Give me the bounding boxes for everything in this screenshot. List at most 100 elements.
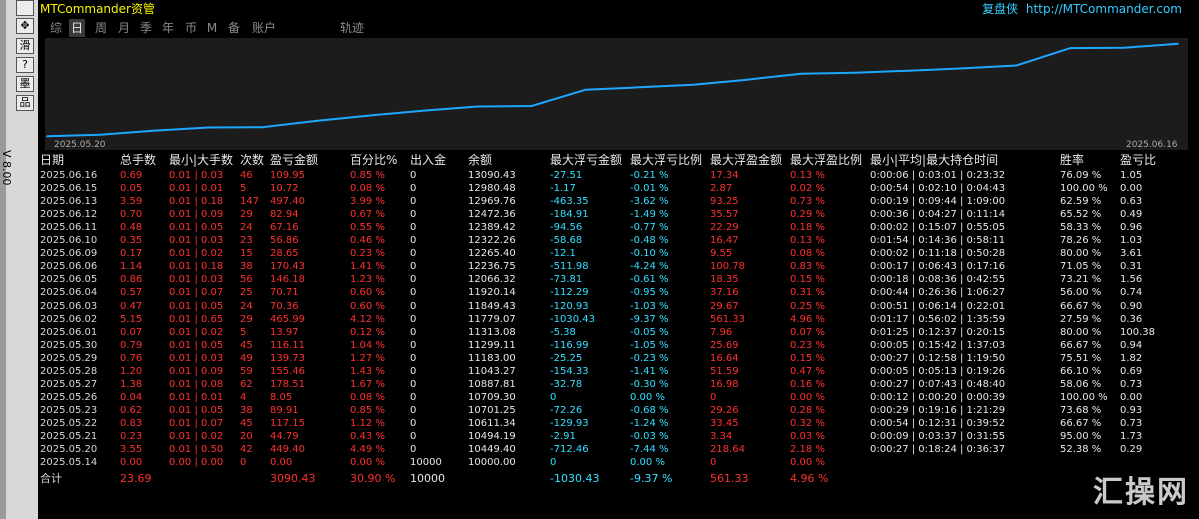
column-header[interactable]: 百分比% xyxy=(350,152,397,168)
table-cell: 3.61 xyxy=(1120,248,1143,260)
move-icon[interactable]: ✥ xyxy=(16,18,34,34)
table-cell: 66.67 % xyxy=(1060,339,1102,351)
tab-trajectory[interactable]: 轨迹 xyxy=(338,19,366,37)
table-cell: -32.78 xyxy=(550,378,583,390)
brand-url[interactable]: http://MTCommander.com xyxy=(1026,2,1182,16)
table-cell: 27.59 % xyxy=(1060,313,1102,325)
help-icon[interactable]: ? xyxy=(16,57,34,73)
table-row[interactable]: 2025.06.05 0.86 0.01 | 0.03 56 146.18 1.23 % 0… xyxy=(38,273,1188,286)
table-cell: 28.65 xyxy=(270,248,299,260)
table-row[interactable]: 2025.06.13 3.59 0.01 | 0.18 147 497.40 3.99 %… xyxy=(38,195,1188,208)
column-header[interactable]: 余额 xyxy=(468,152,492,168)
table-row[interactable]: 2025.06.12 0.70 0.01 | 0.09 29 82.94 0.67 % 0 1… xyxy=(38,208,1188,221)
table-cell: 0.01 | 0.05 xyxy=(169,404,224,416)
column-header[interactable]: 最小|大手数 xyxy=(169,152,233,168)
table-cell: 56.00 % xyxy=(1060,287,1102,299)
column-header[interactable]: 最大浮亏金额 xyxy=(550,152,622,168)
table-row[interactable]: 2025.05.23 0.62 0.01 | 0.05 38 89.91 0.85 % 0 1… xyxy=(38,404,1188,417)
table-row[interactable]: 2025.05.28 1.20 0.01 | 0.09 59 155.46 1.43 % 0… xyxy=(38,365,1188,378)
table-cell: -0.95 % xyxy=(630,287,669,299)
table-row[interactable]: 2025.06.10 0.35 0.01 | 0.03 23 56.86 0.46 % 0 1… xyxy=(38,234,1188,247)
table-row[interactable]: 2025.05.27 1.38 0.01 | 0.08 62 178.51 1.67 % 0… xyxy=(38,378,1188,391)
column-header[interactable]: 最小|平均|最大持仓时间 xyxy=(870,152,998,168)
column-header[interactable]: 胜率 xyxy=(1060,152,1084,168)
tab-week[interactable]: 周 xyxy=(93,19,109,37)
table-cell: 0 xyxy=(410,326,417,338)
table-row[interactable]: 2025.05.29 0.76 0.01 | 0.03 49 139.73 1.27 % 0… xyxy=(38,352,1188,365)
table-cell: 0:01:25 | 0:12:37 | 0:20:15 xyxy=(870,326,1006,338)
table-cell: 218.64 xyxy=(710,444,745,456)
table-cell: 0:00:02 | 0:15:07 | 0:55:05 xyxy=(870,222,1006,234)
table-cell: 2025.06.11 xyxy=(40,222,98,234)
toolbar-button-1[interactable] xyxy=(16,0,34,16)
table-cell: -1.03 % xyxy=(630,300,669,312)
tab-overview[interactable]: 综 xyxy=(48,19,64,37)
table-cell: 0 xyxy=(410,196,417,208)
table-row[interactable]: 2025.05.30 0.79 0.01 | 0.05 45 116.11 1.04 % 0… xyxy=(38,339,1188,352)
column-header[interactable]: 出入金 xyxy=(410,152,446,168)
table-cell: 0.05 xyxy=(120,183,143,195)
table-cell: -7.44 % xyxy=(630,444,669,456)
tab-month[interactable]: 月 xyxy=(116,19,132,37)
table-row[interactable]: 2025.06.04 0.57 0.01 | 0.07 25 70.71 0.60 % 0 1… xyxy=(38,286,1188,299)
tab-day[interactable]: 日 xyxy=(69,19,85,37)
table-cell: 0 xyxy=(550,391,557,403)
table-cell: 0:00:54 | 0:02:10 | 0:04:43 xyxy=(870,183,1006,195)
balance-point xyxy=(961,67,964,70)
table-cell: -184.91 xyxy=(550,209,589,221)
toolbar-button-3[interactable]: 滑 xyxy=(16,38,34,54)
table-row[interactable]: 2025.06.02 5.15 0.01 | 0.65 29 465.99 4.12 % 0… xyxy=(38,313,1188,326)
tab-m[interactable]: M xyxy=(206,19,218,37)
table-cell: 0.01 | 0.07 xyxy=(169,287,224,299)
tab-quarter[interactable]: 季 xyxy=(138,19,154,37)
table-cell: 42 xyxy=(240,444,253,456)
brand-name[interactable]: 复盘侠 xyxy=(982,2,1018,16)
table-row[interactable]: 2025.06.11 0.48 0.01 | 0.05 24 67.16 0.55 % 0 1… xyxy=(38,221,1188,234)
column-header[interactable]: 最大浮盈金额 xyxy=(710,152,782,168)
table-row[interactable]: 2025.06.09 0.17 0.01 | 0.02 15 28.65 0.23 % 0 1… xyxy=(38,247,1188,260)
table-cell: 0 xyxy=(410,170,417,181)
table-cell: 45 xyxy=(240,339,253,351)
table-cell: 2025.06.09 xyxy=(40,248,98,260)
table-row[interactable]: 2025.06.01 0.07 0.01 | 0.02 5 13.97 0.12 % 0 11… xyxy=(38,326,1188,339)
table-cell: 0 xyxy=(710,391,717,403)
table-cell: 75.51 % xyxy=(1060,352,1102,364)
table-cell: 2025.05.22 xyxy=(40,417,98,429)
tab-currency[interactable]: 币 xyxy=(183,19,199,37)
table-cell: 3.59 xyxy=(120,196,143,208)
table-cell: 2025.06.06 xyxy=(40,261,98,273)
table-row[interactable]: 2025.05.21 0.23 0.01 | 0.02 20 44.79 0.43 % 0 1… xyxy=(38,430,1188,443)
table-row[interactable]: 2025.06.15 0.05 0.01 | 0.01 5 10.72 0.08 % 0 12… xyxy=(38,182,1188,195)
table-row[interactable]: 2025.06.06 1.14 0.01 | 0.18 38 170.43 1.41 % 0… xyxy=(38,260,1188,273)
tab-account[interactable]: 账户 xyxy=(250,19,278,37)
table-cell: 2025.05.14 xyxy=(40,457,98,469)
table-row[interactable]: 2025.06.03 0.47 0.01 | 0.05 24 70.36 0.60 % 0 1… xyxy=(38,300,1188,313)
column-header[interactable]: 次数 xyxy=(240,152,264,168)
table-cell: -4.24 % xyxy=(630,261,669,273)
column-header[interactable]: 最大浮亏比例 xyxy=(630,152,702,168)
table-cell: 8.05 xyxy=(270,391,293,403)
tab-backup[interactable]: 备 xyxy=(226,19,242,37)
table-row[interactable]: 2025.06.16 0.69 0.01 | 0.03 46 109.95 0.85 % 0… xyxy=(38,169,1188,182)
tab-year[interactable]: 年 xyxy=(160,19,176,37)
column-header[interactable]: 最大浮盈比例 xyxy=(790,152,862,168)
table-cell: -0.21 % xyxy=(630,170,669,181)
table-cell: 65.52 % xyxy=(1060,209,1102,221)
table-cell: 0:00:27 | 0:07:43 | 0:48:40 xyxy=(870,378,1006,390)
toolbar-button-5[interactable]: 墨 xyxy=(16,76,34,92)
table-cell: 0:00:17 | 0:06:43 | 0:17:16 xyxy=(870,261,1006,273)
column-header[interactable]: 盈亏金额 xyxy=(270,152,318,168)
table-cell: 0:00:09 | 0:03:37 | 0:31:55 xyxy=(870,431,1006,442)
column-header[interactable]: 总手数 xyxy=(120,152,156,168)
table-cell: 0:00:06 | 0:03:01 | 0:23:32 xyxy=(870,170,1006,181)
toolbar-button-6[interactable]: 品 xyxy=(16,95,34,111)
table-row[interactable]: 2025.05.22 0.83 0.01 | 0.07 45 117.15 1.12 % 0… xyxy=(38,417,1188,430)
column-header[interactable]: 盈亏比 xyxy=(1120,152,1156,168)
column-header[interactable]: 日期 xyxy=(40,152,64,168)
table-cell: 0 xyxy=(410,222,417,234)
table-row[interactable]: 2025.05.26 0.04 0.01 | 0.01 4 8.05 0.08 % 0 107… xyxy=(38,391,1188,404)
table-cell: 0 xyxy=(550,457,557,469)
table-row[interactable]: 2025.05.14 0.00 0.00 | 0.00 0 0.00 0.00 % 1000… xyxy=(38,456,1188,469)
balance-point xyxy=(100,133,102,136)
table-row[interactable]: 2025.05.20 3.55 0.01 | 0.50 42 449.40 4.49 % 0… xyxy=(38,443,1188,456)
